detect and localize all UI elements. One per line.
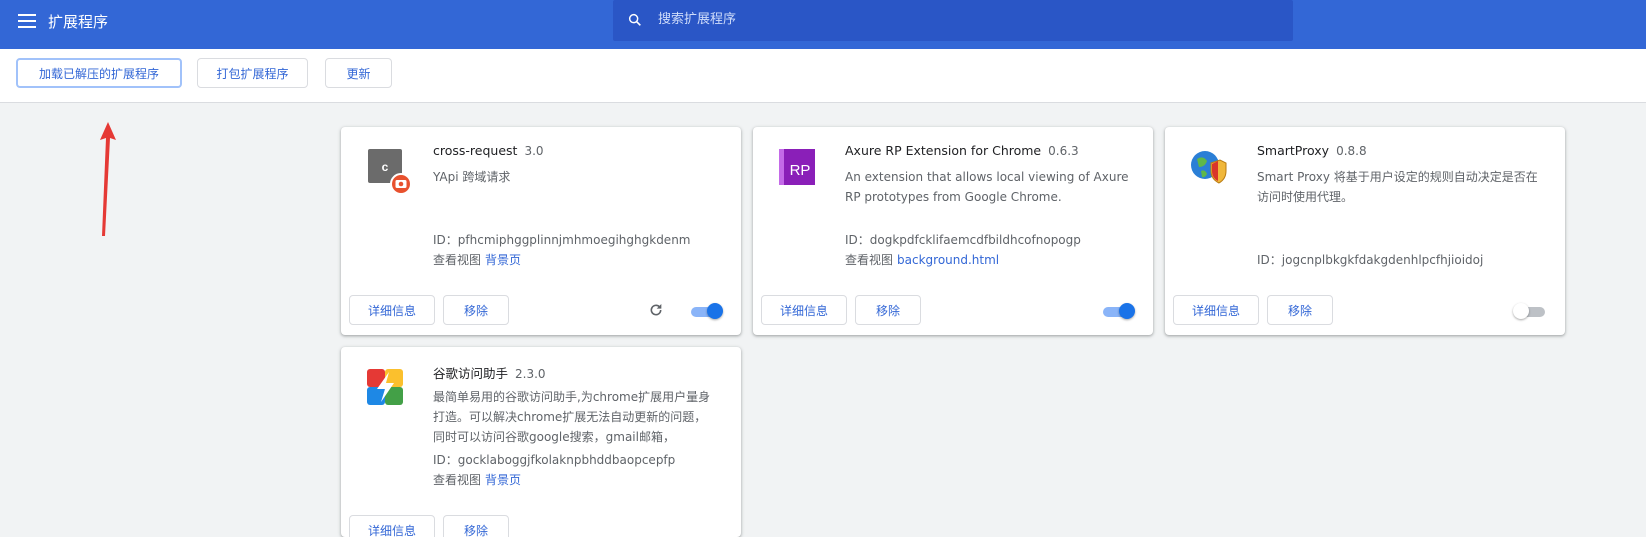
extension-card-google-access-helper: 谷歌访问助手 2.3.0 最简单易用的谷歌访问助手,为chrome扩展用户量身打造… — [341, 347, 741, 537]
details-button[interactable]: 详细信息 — [761, 295, 847, 325]
remove-button[interactable]: 移除 — [855, 295, 921, 325]
cross-request-icon: c — [368, 149, 412, 195]
search-icon — [628, 13, 641, 26]
axure-rp-icon-letters: RP — [790, 162, 811, 179]
background-page-link[interactable]: 背景页 — [485, 253, 521, 267]
annotation-arrow — [100, 122, 116, 236]
extension-version: 0.6.3 — [1048, 144, 1079, 158]
extension-description: YApi 跨域请求 — [433, 170, 511, 184]
extension-name: 谷歌访问助手 2.3.0 — [433, 366, 546, 381]
extension-version: 0.8.8 — [1336, 144, 1367, 158]
extension-card-axure: RP Axure RP Extension for Chrome 0.6.3 An… — [753, 127, 1153, 335]
extension-version: 2.3.0 — [515, 367, 546, 381]
pack-extension-button[interactable]: 打包扩展程序 — [197, 58, 308, 88]
smartproxy-globe-shield-icon — [1191, 151, 1227, 184]
top-bar: 扩展程序 搜索扩展程序 — [0, 0, 1646, 49]
menu-icon[interactable] — [18, 14, 36, 28]
extension-id: ID：gocklaboggjfkolaknpbhddbaopcepfp — [433, 453, 676, 467]
update-button[interactable]: 更新 — [325, 58, 392, 88]
background-html-link[interactable]: background.html — [897, 253, 999, 267]
load-unpacked-button[interactable]: 加载已解压的扩展程序 — [16, 58, 182, 88]
inspect-views: 查看视图 背景页 — [433, 473, 522, 487]
page-title: 扩展程序 — [48, 13, 109, 31]
extension-id: ID：jogcnplbkgkfdakgdenhlpcfhjioidoj — [1257, 253, 1484, 267]
background-page-link[interactable]: 背景页 — [485, 473, 521, 487]
extension-card-cross-request: c cross-request 3.0 YApi 跨域请求 ID：pfhcmiph… — [341, 127, 741, 335]
details-button[interactable]: 详细信息 — [349, 295, 435, 325]
inspect-views: 查看视图 background.html — [845, 253, 1000, 267]
extension-id: ID：pfhcmiphggplinnjmhmoegihghgkdenm — [433, 233, 691, 247]
details-button[interactable]: 详细信息 — [1173, 295, 1259, 325]
extension-description: Smart Proxy 将基于用户设定的规则自动决定是否在访问时使用代理。 — [1257, 170, 1538, 204]
enable-toggle[interactable] — [1513, 303, 1547, 321]
extension-name: SmartProxy 0.8.8 — [1257, 143, 1367, 158]
inspect-views: 查看视图 背景页 — [433, 253, 522, 267]
extension-id: ID：dogkpdfcklifaemcdfbildhcofnopogp — [845, 233, 1081, 247]
dev-toolbar: 加载已解压的扩展程序 打包扩展程序 更新 — [0, 49, 1646, 103]
enable-toggle[interactable] — [689, 303, 723, 321]
details-button[interactable]: 详细信息 — [349, 515, 435, 537]
extension-version: 3.0 — [524, 144, 544, 158]
google-access-helper-icon — [367, 369, 403, 405]
remove-button[interactable]: 移除 — [443, 515, 509, 537]
extension-name: Axure RP Extension for Chrome 0.6.3 — [845, 143, 1079, 158]
extension-card-smartproxy: SmartProxy 0.8.8 Smart Proxy 将基于用户设定的规则自动… — [1165, 127, 1565, 335]
remove-button[interactable]: 移除 — [1267, 295, 1333, 325]
extension-name: cross-request 3.0 — [433, 143, 544, 158]
reload-icon[interactable] — [648, 302, 664, 318]
axure-rp-icon: RP — [779, 149, 815, 185]
extension-description: 最简单易用的谷歌访问助手,为chrome扩展用户量身打造。可以解决chrome扩… — [433, 390, 711, 444]
remove-button[interactable]: 移除 — [443, 295, 509, 325]
extension-description: An extension that allows local viewing o… — [845, 170, 1129, 204]
cross-request-icon-letter: c — [382, 160, 389, 174]
search-placeholder: 搜索扩展程序 — [658, 12, 737, 27]
search-input[interactable]: 搜索扩展程序 — [613, 0, 1293, 41]
enable-toggle[interactable] — [1101, 303, 1135, 321]
